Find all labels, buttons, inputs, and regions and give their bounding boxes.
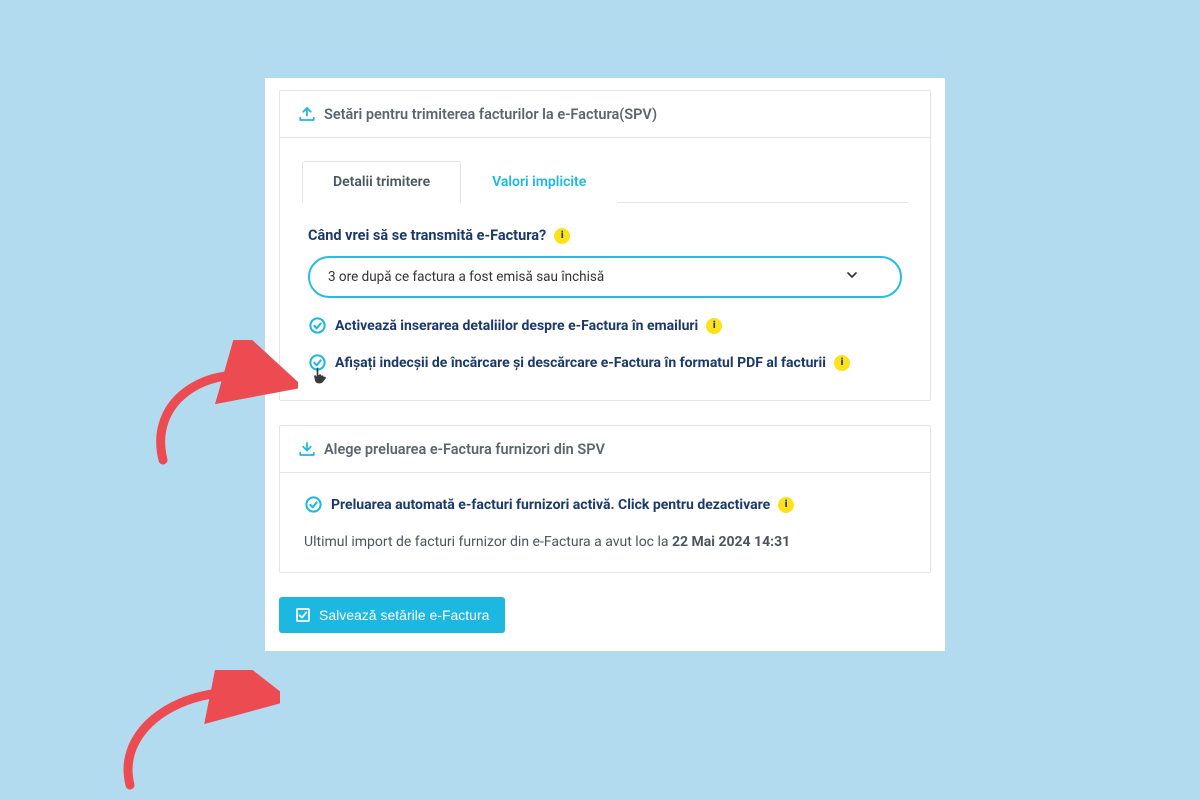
when-send-text: Când vrei să se transmită e-Factura?	[308, 227, 546, 244]
upload-icon	[298, 105, 316, 123]
annotation-arrow-icon	[100, 670, 280, 790]
toggle-email-label: Activează inserarea detaliilor despre e-…	[335, 318, 698, 334]
settings-panel: Setări pentru trimiterea facturilor la e…	[265, 78, 945, 651]
auto-fetch-toggle[interactable]: Preluarea automată e-facturi furnizori a…	[304, 495, 906, 514]
check-circle-icon	[308, 353, 327, 372]
fetch-settings-body: Preluarea automată e-facturi furnizori a…	[280, 473, 930, 572]
toggle-pdf-label: Afișați indecșii de încărcare și descărc…	[335, 355, 826, 371]
when-send-select[interactable]: 3 ore după ce factura a fost emisă sau î…	[308, 256, 902, 298]
send-settings-header: Setări pentru trimiterea facturilor la e…	[280, 91, 930, 138]
tabs: Detalii trimitere Valori implicite	[302, 160, 908, 203]
fetch-settings-card: Alege preluarea e-Factura furnizori din …	[279, 425, 931, 573]
send-settings-card: Setări pentru trimiterea facturilor la e…	[279, 90, 931, 401]
info-icon[interactable]: i	[778, 497, 794, 513]
last-import-line: Ultimul import de facturi furnizor din e…	[304, 534, 906, 550]
send-settings-title: Setări pentru trimiterea facturilor la e…	[324, 106, 657, 123]
info-icon[interactable]: i	[834, 355, 850, 371]
auto-fetch-label: Preluarea automată e-facturi furnizori a…	[331, 497, 770, 513]
tab-defaults[interactable]: Valori implicite	[461, 161, 617, 203]
fetch-settings-header: Alege preluarea e-Factura furnizori din …	[280, 426, 930, 473]
check-circle-icon	[308, 316, 327, 335]
last-import-date: 22 Mai 2024 14:31	[672, 534, 790, 550]
fetch-settings-title: Alege preluarea e-Factura furnizori din …	[324, 441, 605, 458]
save-button[interactable]: Salvează setările e-Factura	[279, 597, 505, 633]
tab-details-content: Când vrei să se transmită e-Factura? i 3…	[302, 203, 908, 400]
toggle-email-details[interactable]: Activează inserarea detaliilor despre e-…	[308, 316, 902, 335]
chevron-down-icon	[844, 267, 860, 287]
info-icon[interactable]: i	[706, 318, 722, 334]
download-icon	[298, 440, 316, 458]
check-circle-icon	[304, 495, 323, 514]
info-icon[interactable]: i	[554, 228, 570, 244]
tab-details[interactable]: Detalii trimitere	[302, 161, 461, 203]
when-send-label: Când vrei să se transmită e-Factura? i	[308, 227, 902, 244]
last-import-prefix: Ultimul import de facturi furnizor din e…	[304, 534, 672, 550]
check-square-icon	[295, 607, 311, 623]
tabs-container: Detalii trimitere Valori implicite Când …	[280, 138, 930, 400]
toggle-pdf-indices[interactable]: Afișați indecșii de încărcare și descărc…	[308, 353, 902, 372]
save-button-label: Salvează setările e-Factura	[319, 607, 489, 623]
when-send-value: 3 ore după ce factura a fost emisă sau î…	[328, 269, 604, 285]
